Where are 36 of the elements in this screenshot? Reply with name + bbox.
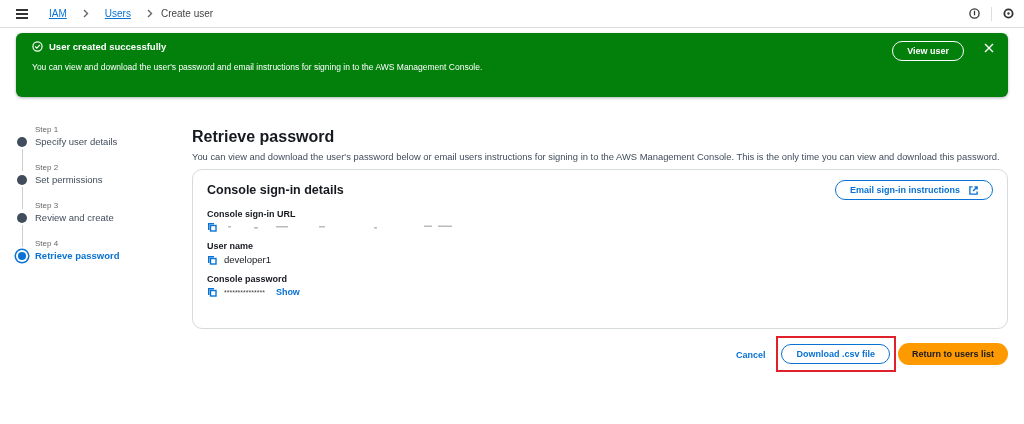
copy-icon[interactable]: [207, 222, 217, 232]
chevron-icon: [146, 9, 153, 18]
external-link-icon: [969, 185, 978, 195]
page-title: Retrieve password: [192, 128, 336, 146]
close-icon[interactable]: [984, 43, 994, 53]
download-button[interactable]: Download .csv file: [781, 344, 890, 364]
chevron-icon: [82, 9, 89, 18]
breadcrumb-link[interactable]: Users: [96, 4, 139, 23]
field-label: Console password: [207, 274, 288, 284]
step-title[interactable]: Specify user details: [35, 136, 118, 147]
breadcrumb-current: Create user: [160, 8, 214, 19]
menu-icon[interactable]: [16, 8, 28, 19]
step-number: Step 2: [34, 163, 60, 172]
step-number: Step 1: [34, 125, 60, 134]
step-title[interactable]: Set permissions: [35, 174, 103, 185]
return-button[interactable]: Return to users list: [898, 343, 1008, 365]
cancel-link[interactable]: Cancel: [727, 346, 774, 364]
step-title[interactable]: Retrieve password: [35, 250, 120, 261]
step-number: Step 4: [34, 239, 60, 248]
field-label: Console sign-in URL: [207, 209, 297, 219]
banner-message: You can view and download the user's password and email instructions for signing in to the AWS Management Console.: [32, 62, 484, 72]
banner-title: User created successfully: [49, 41, 167, 52]
step-number: Step 3: [34, 201, 60, 210]
copy-icon[interactable]: [207, 254, 217, 265]
card-title: Console sign-in details: [207, 183, 344, 197]
check-circle-icon: [32, 41, 43, 52]
page-description: You can view and download the user's password below or email users instructions for signing in to the AWS Management Console. This is the only time you can view and download this password.: [192, 150, 1001, 163]
show-password-link[interactable]: Show: [275, 287, 300, 297]
info-icon[interactable]: [969, 8, 980, 19]
field-value: developer1: [224, 254, 271, 265]
step-title[interactable]: Review and create: [35, 212, 114, 223]
email-instructions-button[interactable]: Email sign-in instructions: [835, 180, 993, 200]
settings-icon[interactable]: [1003, 8, 1014, 19]
copy-icon[interactable]: [207, 287, 217, 297]
breadcrumb-link[interactable]: IAM: [41, 4, 75, 23]
field-label: User name: [207, 241, 255, 251]
